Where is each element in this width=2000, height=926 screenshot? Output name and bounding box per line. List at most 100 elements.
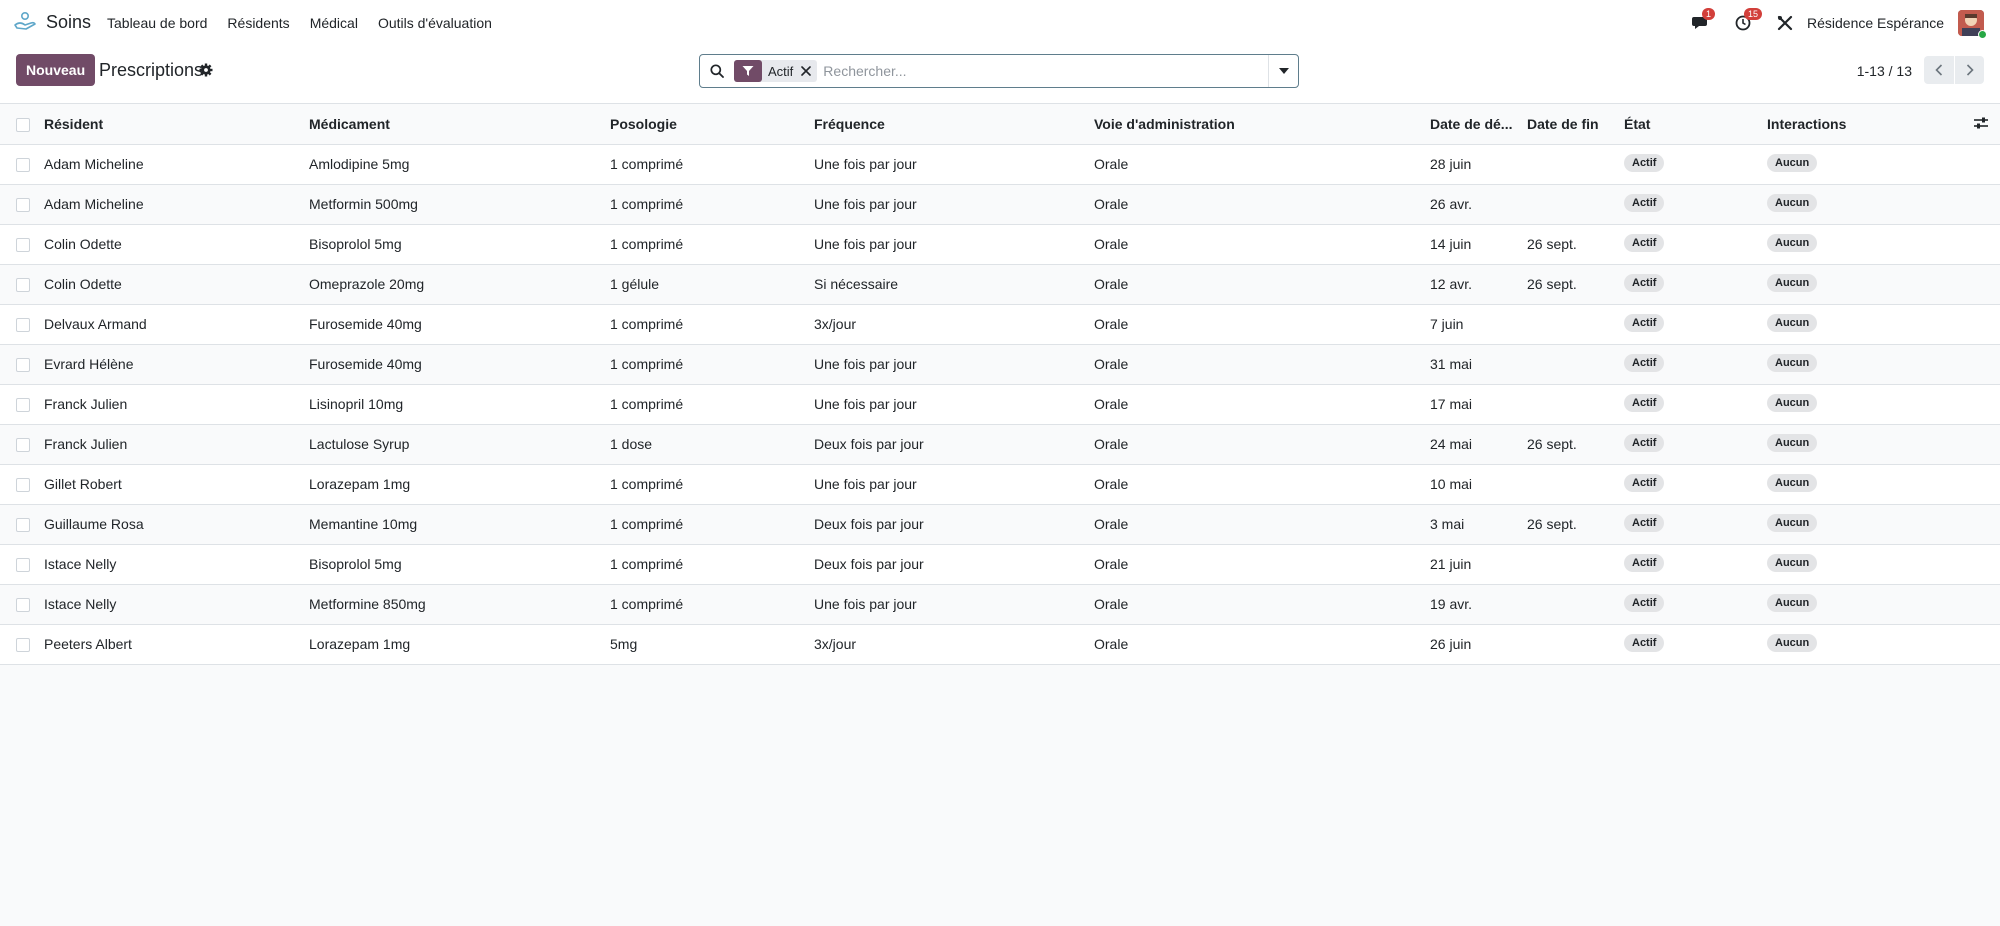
interactions-cell[interactable]: Aucun [1767,424,1964,465]
dosage-cell[interactable]: 1 dose [610,424,814,465]
frequency-cell[interactable]: Une fois par jour [814,184,1094,225]
interactions-cell[interactable]: Aucun [1767,584,1964,625]
row-select-cell[interactable] [0,544,44,585]
row-checkbox[interactable] [16,318,30,333]
end-date-cell[interactable] [1527,544,1624,585]
row-select-cell[interactable] [0,264,44,305]
frequency-cell[interactable]: 3x/jour [814,624,1094,665]
table-row[interactable]: Delvaux Armand Furosemide 40mg 1 comprimé 3… [0,304,2000,345]
table-row[interactable]: Gillet Robert Lorazepam 1mg 1 comprimé Une … [0,464,2000,505]
start-date-cell[interactable]: 26 avr. [1430,184,1527,225]
frequency-cell[interactable]: Deux fois par jour [814,424,1094,465]
state-cell[interactable]: Actif [1624,424,1767,465]
row-checkbox[interactable] [16,638,30,653]
row-select-cell[interactable] [0,504,44,545]
end-date-cell[interactable]: 26 sept. [1527,504,1624,545]
frequency-cell[interactable]: Une fois par jour [814,144,1094,185]
close-icon[interactable] [799,66,817,76]
state-cell[interactable]: Actif [1624,544,1767,585]
pager-next-button[interactable] [1954,56,1984,84]
row-select-cell[interactable] [0,304,44,345]
optional-columns-toggle[interactable] [1964,104,2000,145]
column-header-state[interactable]: État [1624,104,1767,145]
frequency-cell[interactable]: 3x/jour [814,304,1094,345]
row-select-cell[interactable] [0,184,44,225]
user-avatar[interactable] [1958,10,1987,39]
row-checkbox[interactable] [16,518,30,533]
interactions-cell[interactable]: Aucun [1767,144,1964,185]
end-date-cell[interactable] [1527,344,1624,385]
row-checkbox[interactable] [16,478,30,493]
state-cell[interactable]: Actif [1624,504,1767,545]
frequency-cell[interactable]: Si nécessaire [814,264,1094,305]
end-date-cell[interactable] [1527,304,1624,345]
state-cell[interactable]: Actif [1624,304,1767,345]
frequency-cell[interactable]: Une fois par jour [814,384,1094,425]
row-checkbox[interactable] [16,198,30,213]
medication-cell[interactable]: Furosemide 40mg [309,344,610,385]
column-header-route[interactable]: Voie d'administration [1094,104,1430,145]
frequency-cell[interactable]: Une fois par jour [814,584,1094,625]
end-date-cell[interactable] [1527,624,1624,665]
column-header-medication[interactable]: Médicament [309,104,610,145]
resident-cell[interactable]: Franck Julien [44,384,309,425]
dosage-cell[interactable]: 1 comprimé [610,144,814,185]
end-date-cell[interactable]: 26 sept. [1527,264,1624,305]
table-row[interactable]: Franck Julien Lactulose Syrup 1 dose Deux f… [0,424,2000,465]
interactions-cell[interactable]: Aucun [1767,384,1964,425]
medication-cell[interactable]: Memantine 10mg [309,504,610,545]
search-input[interactable] [817,63,1268,79]
medication-cell[interactable]: Bisoprolol 5mg [309,544,610,585]
start-date-cell[interactable]: 28 juin [1430,144,1527,185]
new-button[interactable]: Nouveau [16,54,96,86]
table-row[interactable]: Istace Nelly Metformine 850mg 1 comprimé Un… [0,584,2000,625]
end-date-cell[interactable] [1527,184,1624,225]
select-all-cell[interactable] [0,104,44,145]
row-checkbox[interactable] [16,238,30,253]
state-cell[interactable]: Actif [1624,624,1767,665]
column-header-frequency[interactable]: Fréquence [814,104,1094,145]
resident-cell[interactable]: Peeters Albert [44,624,309,665]
table-row[interactable]: Guillaume Rosa Memantine 10mg 1 comprimé De… [0,504,2000,545]
row-checkbox[interactable] [16,598,30,613]
menu-item-assessment-tools[interactable]: Outils d'évaluation [368,15,502,31]
medication-cell[interactable]: Omeprazole 20mg [309,264,610,305]
column-header-end-date[interactable]: Date de fin [1527,104,1624,145]
end-date-cell[interactable] [1527,144,1624,185]
row-checkbox[interactable] [16,438,30,453]
menu-item-medical[interactable]: Médical [300,15,368,31]
row-select-cell[interactable] [0,144,44,185]
start-date-cell[interactable]: 7 juin [1430,304,1527,345]
resident-cell[interactable]: Colin Odette [44,224,309,265]
start-date-cell[interactable]: 3 mai [1430,504,1527,545]
start-date-cell[interactable]: 26 juin [1430,624,1527,665]
resident-cell[interactable]: Colin Odette [44,264,309,305]
start-date-cell[interactable]: 17 mai [1430,384,1527,425]
table-row[interactable]: Colin Odette Omeprazole 20mg 1 gélule Si né… [0,264,2000,305]
dosage-cell[interactable]: 1 comprimé [610,384,814,425]
interactions-cell[interactable]: Aucun [1767,464,1964,505]
row-checkbox[interactable] [16,558,30,573]
row-select-cell[interactable] [0,424,44,465]
column-header-dosage[interactable]: Posologie [610,104,814,145]
search-options-toggle[interactable] [1268,55,1298,87]
resident-cell[interactable]: Evrard Hélène [44,344,309,385]
state-cell[interactable]: Actif [1624,144,1767,185]
row-checkbox[interactable] [16,358,30,373]
route-cell[interactable]: Orale [1094,144,1430,185]
debug-tools-button[interactable] [1773,11,1797,35]
row-select-cell[interactable] [0,464,44,505]
row-select-cell[interactable] [0,624,44,665]
menu-item-residents[interactable]: Résidents [217,15,299,31]
column-header-interactions[interactable]: Interactions [1767,104,1964,145]
row-select-cell[interactable] [0,344,44,385]
gear-icon[interactable] [199,63,213,77]
interactions-cell[interactable]: Aucun [1767,184,1964,225]
route-cell[interactable]: Orale [1094,464,1430,505]
start-date-cell[interactable]: 24 mai [1430,424,1527,465]
start-date-cell[interactable]: 10 mai [1430,464,1527,505]
route-cell[interactable]: Orale [1094,384,1430,425]
interactions-cell[interactable]: Aucun [1767,264,1964,305]
medication-cell[interactable]: Lisinopril 10mg [309,384,610,425]
state-cell[interactable]: Actif [1624,264,1767,305]
